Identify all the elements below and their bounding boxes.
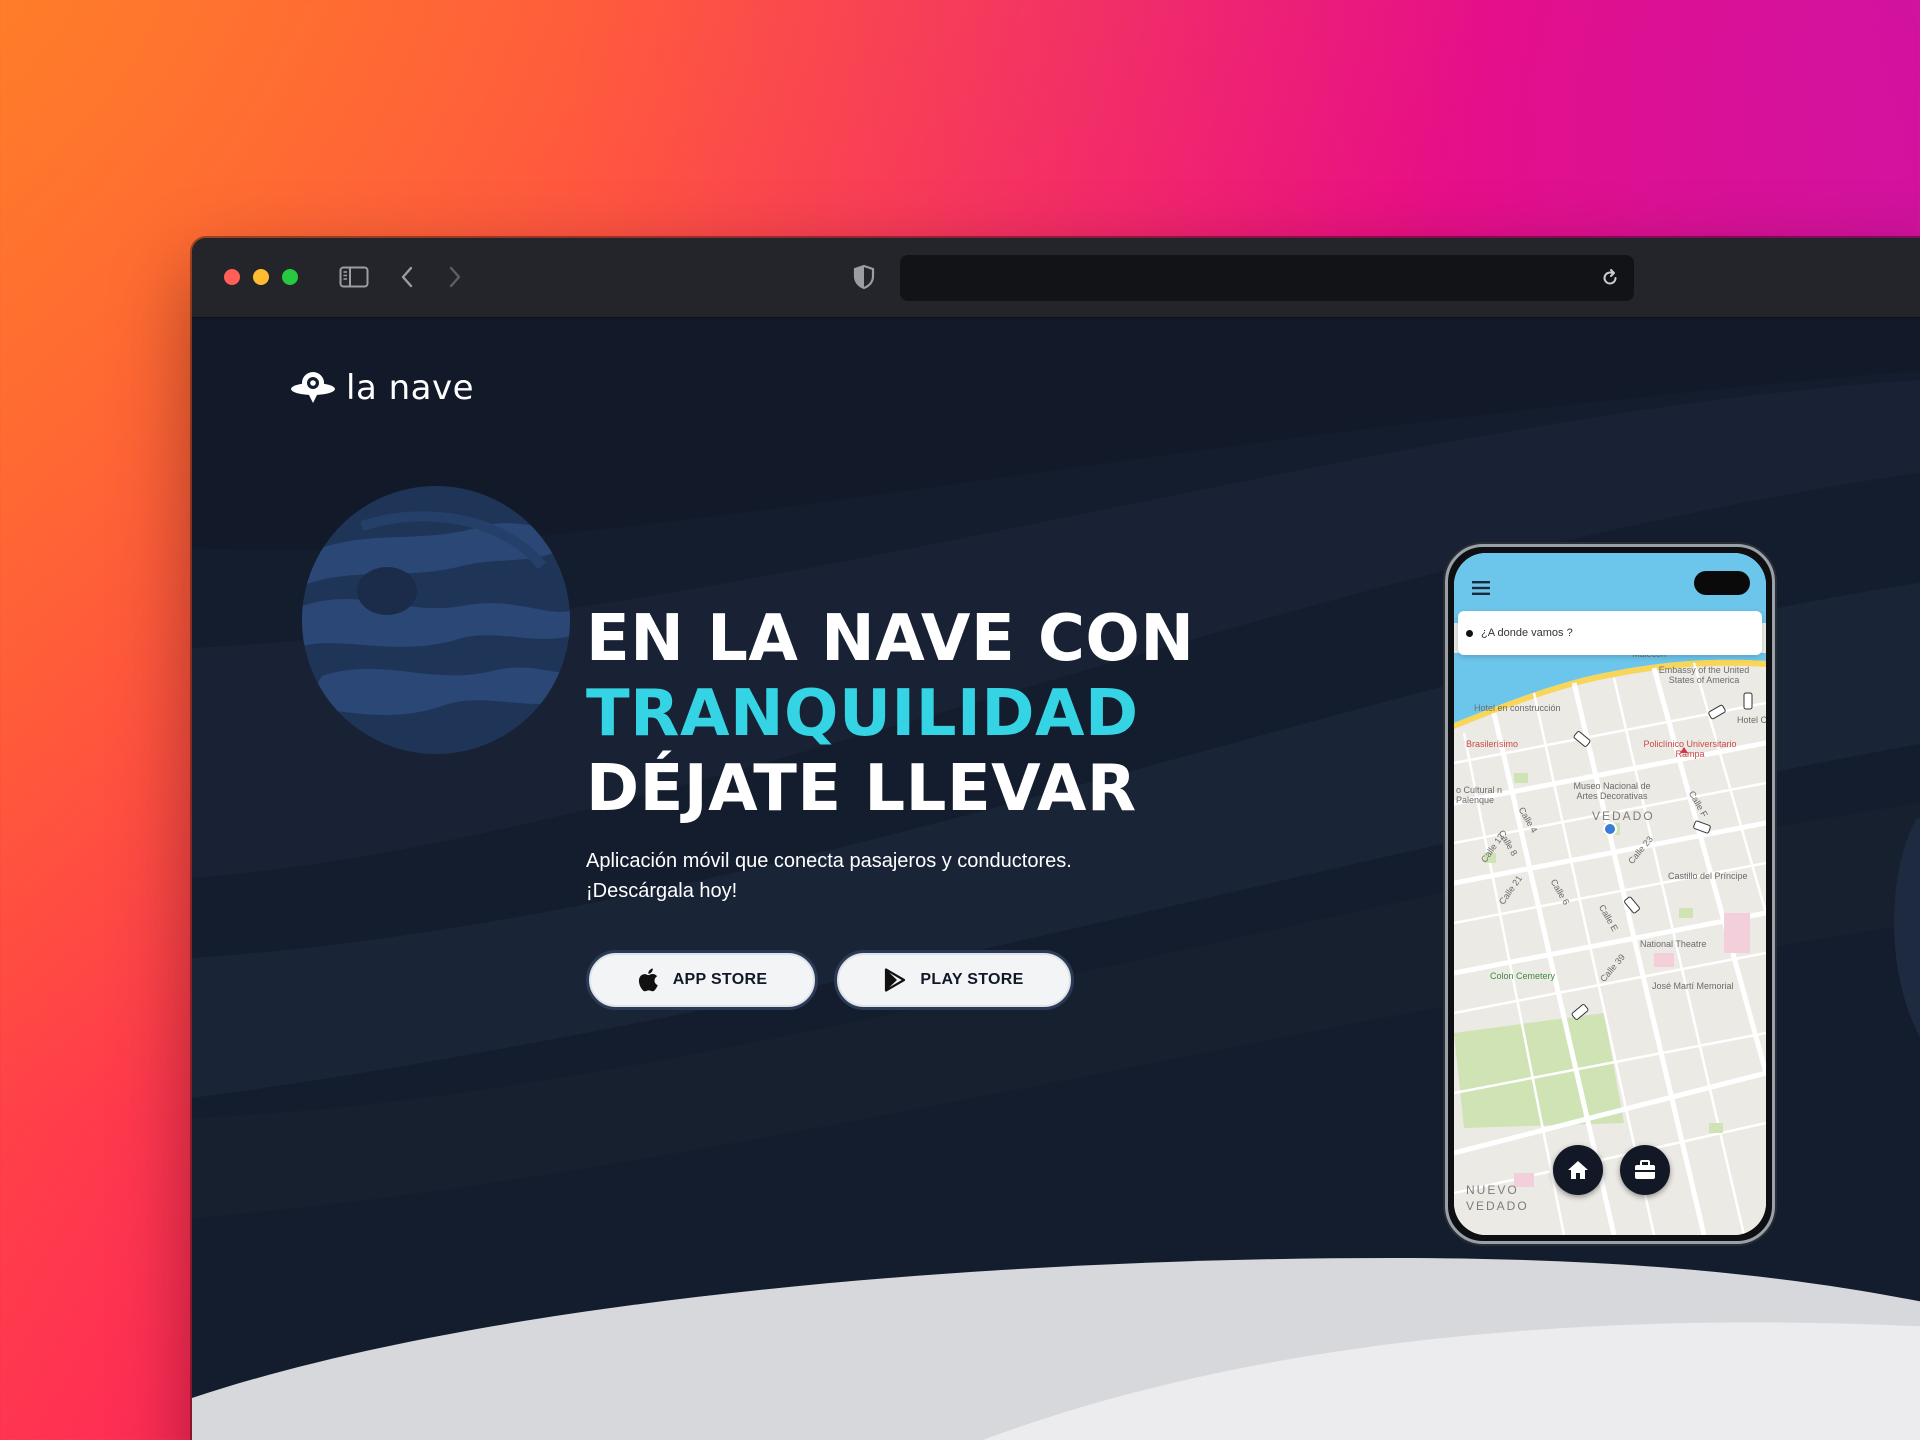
map-label: VEDADO xyxy=(1466,1199,1529,1213)
origin-dot-icon xyxy=(1466,629,1473,637)
subtitle-line-2: ¡Descárgala hoy! xyxy=(586,880,738,902)
app-store-label: APP STORE xyxy=(672,971,768,988)
destination-search-placeholder: ¿A donde vamos ? xyxy=(1481,627,1573,639)
map-label: Castillo del Príncipe xyxy=(1668,871,1748,881)
headline-line-2: TRANQUILIDAD xyxy=(586,677,1139,751)
subtitle-line-1: Aplicación móvil que conecta pasajeros y… xyxy=(586,850,1072,872)
headline-line-1: EN LA NAVE CON xyxy=(586,602,1195,676)
play-store-label: PLAY STORE xyxy=(920,971,1024,988)
chevron-right-icon[interactable] xyxy=(440,262,470,292)
work-shortcut-button[interactable] xyxy=(1620,1145,1670,1195)
browser-window: la nave EN LA NAVE CON TRANQUILIDAD DÉJA… xyxy=(192,238,1920,1440)
headline-line-3: DÉJATE LLEVAR xyxy=(586,752,1137,826)
home-shortcut-button[interactable] xyxy=(1553,1145,1603,1195)
map-label: o Cultural n Palenque xyxy=(1456,785,1503,805)
brand-logo[interactable]: la nave xyxy=(290,368,474,408)
chevron-left-icon[interactable] xyxy=(392,262,422,292)
app-store-button[interactable]: APP STORE xyxy=(586,950,818,1010)
google-play-icon xyxy=(885,968,906,992)
map-label: Embassy of the United States of America xyxy=(1658,665,1750,685)
map-label: VEDADO xyxy=(1592,809,1655,823)
hero-headline: EN LA NAVE CON TRANQUILIDAD DÉJATE LLEVA… xyxy=(586,602,1194,827)
map-label: Colon Cemetery xyxy=(1490,971,1556,981)
hamburger-menu-icon[interactable] xyxy=(1472,581,1490,595)
landing-page: la nave EN LA NAVE CON TRANQUILIDAD DÉJA… xyxy=(192,318,1920,1440)
sidebar-toggle-icon[interactable] xyxy=(337,262,371,292)
minimize-window-button[interactable] xyxy=(253,269,269,285)
address-bar[interactable] xyxy=(900,255,1634,301)
home-icon xyxy=(1568,1161,1588,1179)
map-label: National Theatre xyxy=(1640,939,1707,949)
zoom-window-button[interactable] xyxy=(282,269,298,285)
close-window-button[interactable] xyxy=(224,269,240,285)
hero-subtitle: Aplicación móvil que conecta pasajeros y… xyxy=(586,846,1146,906)
camera-cutout xyxy=(1694,571,1750,595)
map-label: NUEVO xyxy=(1466,1183,1519,1197)
shield-icon[interactable] xyxy=(847,262,881,292)
play-store-button[interactable]: PLAY STORE xyxy=(834,950,1074,1010)
apple-icon xyxy=(638,968,658,992)
phone-screen: Malecón Embassy of the United States of … xyxy=(1454,553,1766,1235)
browser-toolbar xyxy=(192,238,1920,318)
phone-mockup: Malecón Embassy of the United States of … xyxy=(1445,544,1775,1244)
reload-icon[interactable] xyxy=(1598,266,1622,290)
planet-illustration xyxy=(302,486,570,754)
briefcase-icon xyxy=(1635,1160,1655,1179)
map-label: Museo Nacional de Artes Decorativas xyxy=(1573,781,1651,801)
destination-search[interactable]: ¿A donde vamos ? xyxy=(1458,611,1762,655)
spaceship-logo-icon xyxy=(291,372,335,403)
map-label: Brasilerísimo xyxy=(1466,739,1519,749)
map-label: José Martí Memorial xyxy=(1652,981,1734,991)
map-label: Hotel en construcción xyxy=(1474,703,1561,713)
map-label: Policlínico Universitario Rampa xyxy=(1643,739,1737,759)
brand-name: la nave xyxy=(346,368,475,408)
map-label: Hotel C xyxy=(1737,715,1766,725)
